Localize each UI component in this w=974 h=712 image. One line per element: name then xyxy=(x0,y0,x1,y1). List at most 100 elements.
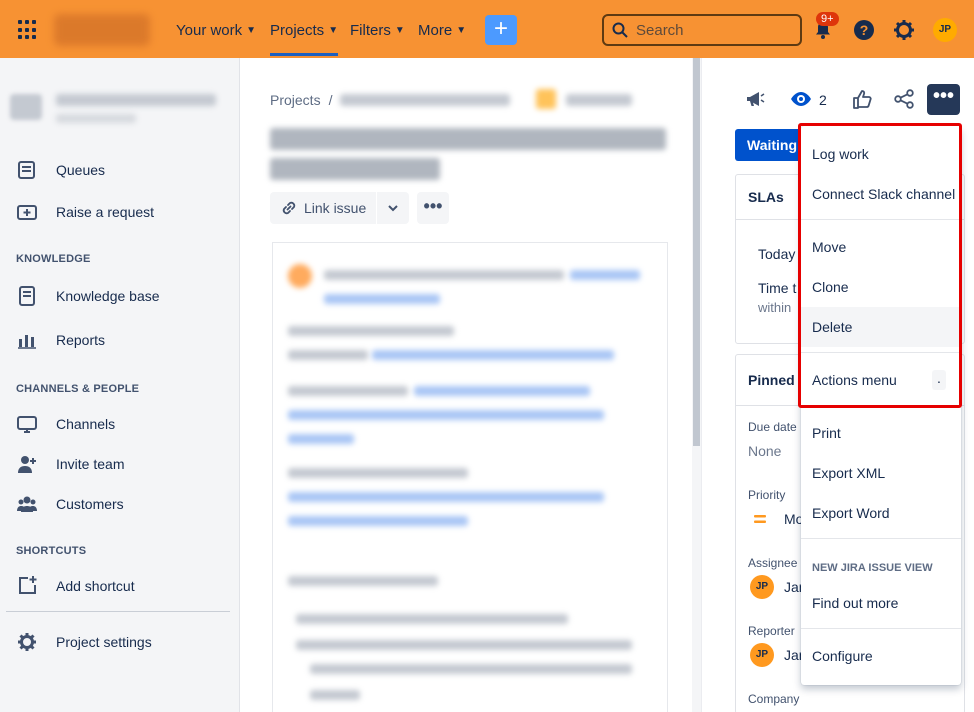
app-switcher-icon[interactable] xyxy=(18,20,38,40)
section-header-shortcuts: SHORTCUTS xyxy=(16,545,87,557)
sidebar-item-customers[interactable]: Customers xyxy=(16,493,124,515)
priority-label: Priority xyxy=(748,488,786,502)
sla-time: Time t xyxy=(758,280,797,296)
issue-more-actions-button[interactable]: ••• xyxy=(417,192,449,224)
sidebar-item-label: Project settings xyxy=(56,634,152,650)
description-bullet-blurred xyxy=(296,640,632,650)
user-avatar[interactable]: JP xyxy=(933,18,957,42)
sidebar-divider xyxy=(6,611,230,612)
description-link-blurred[interactable] xyxy=(288,516,468,526)
menu-item-print[interactable]: Print xyxy=(801,413,961,453)
menu-item-export-xml[interactable]: Export XML xyxy=(801,453,961,493)
nav-your-work-label: Your work xyxy=(176,22,243,39)
nav-filters[interactable]: Filters ▼ xyxy=(350,22,405,39)
description-link-blurred[interactable] xyxy=(372,350,614,360)
link-issue-dropdown[interactable] xyxy=(377,192,409,224)
sidebar-item-label: Raise a request xyxy=(56,204,155,220)
comment-avatar-blurred xyxy=(288,264,312,288)
menu-item-configure[interactable]: Configure xyxy=(801,636,961,676)
sidebar: Queues Raise a request KNOWLEDGE Knowled… xyxy=(0,58,240,712)
issue-type-icon-blurred xyxy=(536,89,556,109)
site-logo[interactable] xyxy=(54,14,150,46)
nav-filters-label: Filters xyxy=(350,22,391,39)
feedback-megaphone-icon[interactable] xyxy=(744,88,766,110)
due-date-label: Due date xyxy=(748,420,797,434)
sidebar-item-add-shortcut[interactable]: Add shortcut xyxy=(16,575,135,597)
issue-title-line-2-blurred[interactable] xyxy=(270,158,440,180)
sidebar-item-label: Queues xyxy=(56,162,106,178)
section-header-knowledge: KNOWLEDGE xyxy=(16,253,91,265)
sidebar-item-invite-team[interactable]: Invite team xyxy=(16,453,124,475)
chevron-down-icon: ▼ xyxy=(246,25,257,36)
sidebar-item-label: Customers xyxy=(56,496,124,512)
project-name-blurred xyxy=(56,94,216,106)
raise-request-icon xyxy=(17,205,37,220)
help-icon[interactable]: ? xyxy=(853,19,875,41)
description-bullet-blurred xyxy=(296,614,568,624)
description-link-blurred[interactable] xyxy=(288,434,354,444)
top-navigation: Your work▼ Projects▼ Filters▼ More▼ + 9+… xyxy=(0,0,974,58)
nav-projects[interactable]: Projects ▼ xyxy=(270,22,339,56)
search-box[interactable] xyxy=(602,14,802,46)
sidebar-item-label: Channels xyxy=(56,416,116,432)
menu-separator xyxy=(801,628,961,629)
nav-more[interactable]: More ▼ xyxy=(418,22,466,39)
link-icon xyxy=(282,201,296,215)
description-link-blurred[interactable] xyxy=(288,410,604,420)
sidebar-item-raise-request[interactable]: Raise a request xyxy=(16,201,154,223)
link-issue-button-group: Link issue xyxy=(270,192,410,224)
sidebar-item-project-settings[interactable]: Project settings xyxy=(16,631,152,653)
description-line-blurred xyxy=(288,468,468,478)
nav-your-work[interactable]: Your work ▼ xyxy=(176,22,256,39)
main-scrollbar-thumb[interactable] xyxy=(693,58,700,446)
settings-gear-icon[interactable] xyxy=(893,19,915,41)
breadcrumb-projects[interactable]: Projects xyxy=(270,92,321,108)
status-button[interactable]: Waiting xyxy=(735,129,805,161)
sla-today: Today xyxy=(758,246,796,262)
menu-item-find-out-more[interactable]: Find out more xyxy=(801,583,961,623)
priority-medium-icon xyxy=(754,515,766,523)
create-button[interactable]: + xyxy=(485,15,517,45)
description-link-blurred[interactable] xyxy=(414,386,590,396)
thumbs-up-icon[interactable] xyxy=(851,88,873,110)
issue-title-line-1-blurred[interactable] xyxy=(270,128,666,150)
comment-link-blurred[interactable] xyxy=(324,294,440,304)
chevron-down-icon: ▼ xyxy=(394,25,405,36)
queues-icon xyxy=(18,161,35,179)
sidebar-item-label: Reports xyxy=(56,332,106,348)
annotation-highlight-box xyxy=(798,123,962,408)
svg-text:?: ? xyxy=(860,22,869,38)
sidebar-item-knowledge-base[interactable]: Knowledge base xyxy=(16,285,160,307)
sidebar-item-channels[interactable]: Channels xyxy=(16,413,115,435)
description-line-blurred xyxy=(288,326,454,336)
sidebar-item-queues[interactable]: Queues xyxy=(16,159,105,181)
description-link-blurred[interactable] xyxy=(288,492,604,502)
issue-key-blurred[interactable] xyxy=(566,94,632,106)
invite-team-icon xyxy=(18,456,36,473)
link-issue-label: Link issue xyxy=(304,200,367,216)
watch-count: 2 xyxy=(819,92,827,108)
chevron-down-icon xyxy=(388,205,398,212)
assignee-avatar: JP xyxy=(750,575,774,599)
breadcrumb: Projects / xyxy=(270,92,332,108)
menu-separator xyxy=(801,538,961,539)
project-type-blurred xyxy=(56,114,136,123)
nav-projects-label: Projects xyxy=(270,22,325,39)
description-line-blurred xyxy=(288,576,438,586)
search-input[interactable] xyxy=(636,21,786,39)
share-icon[interactable] xyxy=(893,88,915,110)
reports-icon xyxy=(18,335,36,349)
sidebar-item-reports[interactable]: Reports xyxy=(16,329,105,351)
watch-eye-icon[interactable] xyxy=(790,88,812,110)
due-date-value[interactable]: None xyxy=(748,443,781,459)
menu-section-new-issue-view: NEW JIRA ISSUE VIEW xyxy=(812,562,933,574)
link-issue-button[interactable]: Link issue xyxy=(270,192,376,224)
menu-item-export-word[interactable]: Export Word xyxy=(801,493,961,533)
more-actions-button[interactable]: ••• xyxy=(927,84,960,115)
comment-link-blurred[interactable] xyxy=(570,270,640,280)
breadcrumb-project-blurred[interactable] xyxy=(340,94,510,106)
channels-icon xyxy=(17,416,37,433)
knowledge-base-icon xyxy=(19,286,35,306)
add-shortcut-icon xyxy=(19,576,37,594)
reporter-label: Reporter xyxy=(748,624,795,638)
